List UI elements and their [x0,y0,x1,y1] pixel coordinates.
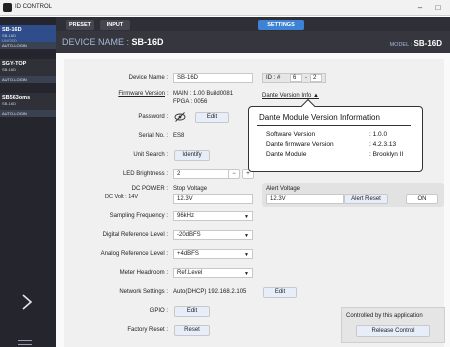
dante-popup-row-value: : 1.0.0 [369,131,388,138]
digital-reference-level-select[interactable]: -20dBFS ▼ [173,230,253,240]
window-titlebar: ID CONTROL – □ [0,0,450,16]
network-settings-label: Network Settings : [119,289,168,295]
id-label: ID : # [266,75,281,81]
firmware-colon: : [167,91,169,97]
meter-headroom-label: Meter Headroom : [119,270,168,276]
led-decrease-button[interactable]: − [228,169,240,179]
factory-reset-label: Factory Reset : [127,327,168,333]
meter-headroom-select[interactable]: Ref.Level ▼ [173,268,253,278]
led-brightness-label: LED Brightness : [122,171,168,177]
device-sidebar: SB-16D SB-16D UNITED AUTO-LOGIN SGY-TOP … [0,17,56,347]
device-card-login: AUTO-LOGIN [0,42,56,49]
dropdown-caret-icon: ▼ [244,271,249,277]
eye-icon[interactable] [174,111,186,123]
gpio-edit-button[interactable]: Edit [174,306,210,317]
model-heading: MODEL : SB-16D [390,39,442,48]
device-card-sb563oms[interactable]: SB563oms SB-16D AUTO-LOGIN [0,93,56,117]
network-edit-button[interactable]: Edit [263,287,297,298]
tab-settings[interactable]: SETTINGS [258,20,304,30]
dante-popup-row-value: : 4.2.3.13 [369,141,397,148]
dc-power-label: DC POWER : [131,186,168,192]
hamburger-menu-icon[interactable] [18,340,32,347]
device-name-heading-value: SB-16D [131,37,164,47]
app-logo-icon [3,3,12,12]
sampling-frequency-label: Sampling Frequency : [109,213,168,219]
dante-popup-row-label: Dante firmware Version [266,141,334,148]
alert-reset-button[interactable]: Alert Reset [344,194,388,204]
unit-search-label: Unit Search : [133,152,168,158]
alert-voltage-label: Alert Voltage [266,186,301,192]
device-card-sb-16d[interactable]: SB-16D SB-16D UNITED AUTO-LOGIN [0,25,56,49]
digital-reference-level-label: Digital Reference Level : [102,232,168,238]
device-name-label: Device Name : [128,75,168,81]
dante-version-popup: Dante Module Version Information Softwar… [248,98,423,172]
settings-panel: Device Name : SB-16D ID : # 6 - 2 Firmwa… [56,53,450,347]
device-name-heading-label: DEVICE NAME : [62,37,132,47]
model-heading-label: MODEL : [389,42,414,48]
dante-version-info-link[interactable]: Dante Version Info ▲ [262,93,319,99]
dante-popup-title: Dante Module Version Information [259,113,380,122]
dropdown-caret-icon: ▼ [244,214,249,220]
serial-number-value: ES8 [173,133,185,139]
id-number-2[interactable]: 2 [310,74,322,82]
password-label: Password : [138,114,168,120]
device-header: DEVICE NAME : SB-16D MODEL : SB-16D [56,31,450,53]
factory-reset-button[interactable]: Reset [174,325,210,336]
device-card-model: SB-16D [2,67,17,72]
tab-bar: PRESET INPUT SETTINGS [56,17,450,31]
model-heading-value: SB-16D [413,39,442,48]
firmware-version-label[interactable]: Firmware Version [118,91,165,97]
device-card-model: SB-16D [2,101,17,106]
alert-voltage-value: 12.3V [270,196,286,202]
alert-voltage-select[interactable]: 12.3V [266,194,344,204]
sampling-frequency-value: 96kHz [177,213,195,219]
control-status-box: Controlled by this application Release C… [341,307,445,343]
chevron-right-icon[interactable] [20,293,34,311]
network-settings-value: Auto(DHCP) 192.168.2.105 [173,289,247,295]
tab-preset[interactable]: PRESET [66,20,94,30]
popup-divider [257,125,411,126]
id-number-1[interactable]: 6 [290,74,302,82]
dante-popup-row-label: Software Version [266,131,316,138]
led-brightness-value: 2 [177,171,181,177]
stop-voltage-value: 12.3V [177,196,193,202]
device-card-login: AUTO-LOGIN [0,110,56,117]
analog-reference-level-value: +4dBFS [177,251,199,257]
tab-input[interactable]: INPUT [100,20,130,30]
dante-popup-row-value: : Brooklyn II [369,151,404,158]
dante-popup-row-label: Dante Module [266,151,307,158]
gpio-label: GPIO : [149,308,168,314]
analog-reference-level-label: Analog Reference Level : [100,251,168,257]
controlled-by-text: Controlled by this application [346,313,423,319]
release-control-button[interactable]: Release Control [356,325,430,337]
alert-on-toggle[interactable]: ON [406,194,438,204]
stop-voltage-select[interactable]: 12.3V [173,194,253,204]
digital-reference-level-value: -20dBFS [177,232,201,238]
device-name-heading: DEVICE NAME : SB-16D [62,37,164,47]
analog-reference-level-select[interactable]: +4dBFS ▼ [173,249,253,259]
firmware-fpga-version: FPGA : 0056 [173,99,208,105]
sampling-frequency-select[interactable]: 96kHz ▼ [173,211,253,221]
window-title: ID CONTROL [15,4,53,10]
minimize-button[interactable]: – [412,2,428,14]
meter-headroom-value: Ref.Level [177,270,203,276]
dropdown-caret-icon: ▼ [244,233,249,239]
device-name-input[interactable]: SB-16D [173,73,253,83]
stop-voltage-label: Stop Voltage [173,186,208,192]
device-card-sgy-top[interactable]: SGY-TOP SB-16D AUTO-LOGIN [0,59,56,83]
identify-button[interactable]: Identify [174,150,210,161]
firmware-main-version: MAIN : 1.00 Build0081 [173,91,234,97]
dropdown-caret-icon: ▼ [244,252,249,258]
maximize-button[interactable]: □ [430,2,446,14]
serial-number-label: Serial No. : [138,133,168,139]
id-dash: - [305,75,307,81]
device-card-login: AUTO-LOGIN [0,76,56,83]
dc-volt-readout: DC Volt : 14V [105,194,139,200]
password-edit-button[interactable]: Edit [195,112,229,123]
